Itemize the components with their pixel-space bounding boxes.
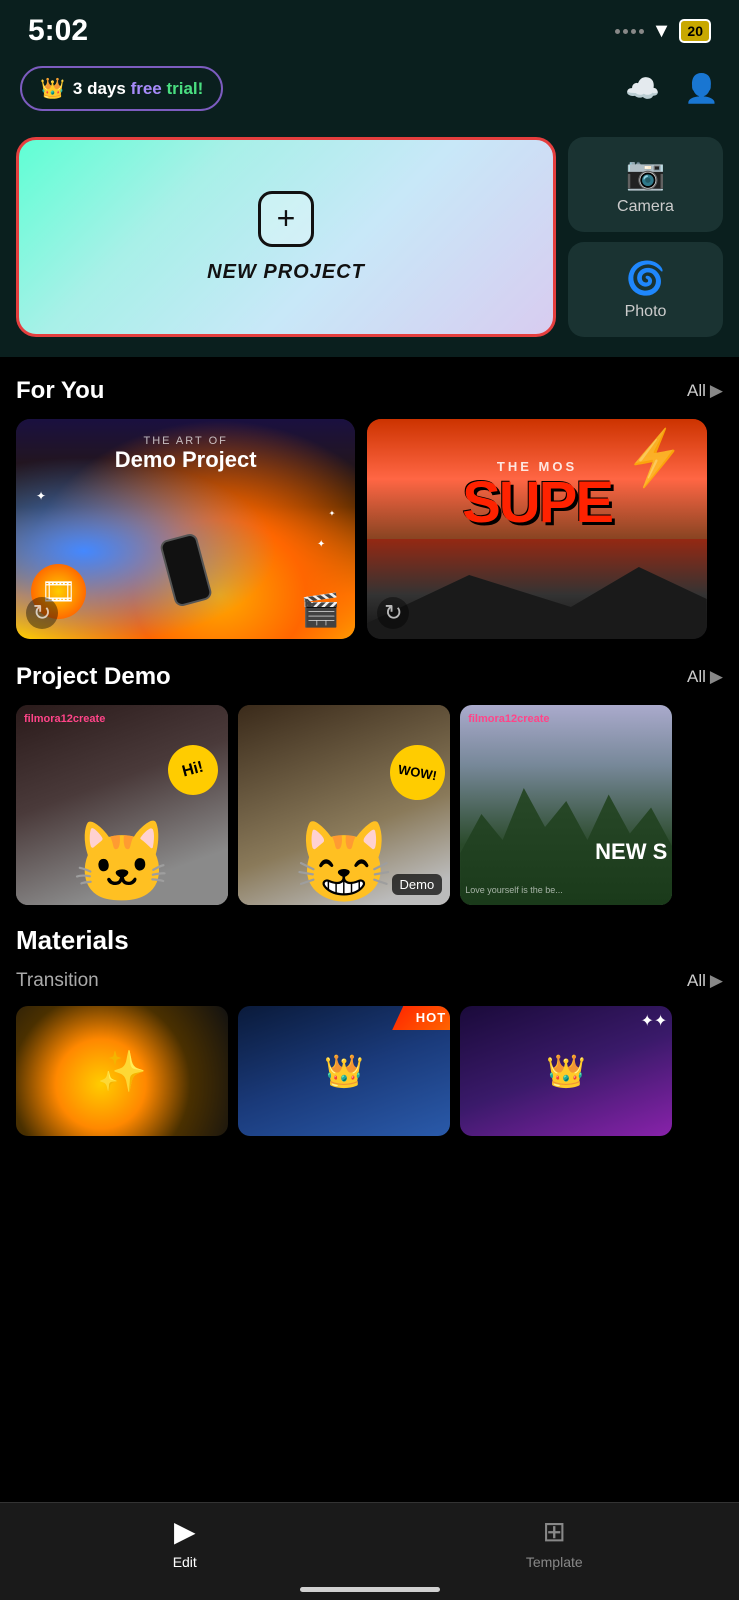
hot-badge: HOT	[392, 1006, 450, 1030]
trial-text: 3 days free trial!	[73, 79, 203, 99]
project-demo-header: Project Demo All ▶	[16, 663, 723, 691]
crown-icon: 👑	[40, 76, 65, 101]
new-sc-text: NEW S	[595, 839, 667, 865]
project-card-3-watermark: filmora12create	[468, 713, 549, 725]
for-you-card-1[interactable]: THE ART OF Demo Project 🎞 🎬 ✦ ✦ ✦ ↻	[16, 419, 355, 639]
new-project-plus-icon: +	[258, 191, 314, 247]
camera-icon: 📷	[626, 154, 666, 192]
signal-icon	[615, 29, 644, 34]
edit-tab-label: Edit	[173, 1554, 197, 1570]
photo-icon: 🌀	[626, 259, 666, 297]
transition-card-1[interactable]: ✨	[16, 1006, 228, 1136]
stars-icon: ✦✦	[640, 1011, 667, 1031]
for-you-title: For You	[16, 377, 104, 405]
chevron-right-icon-2: ▶	[710, 667, 723, 687]
status-bar: 5:02 ▼ 20	[0, 0, 739, 56]
wifi-icon: ▼	[652, 20, 672, 43]
project-demo-cards: 🐱 Hi! filmora12create 😸 WOW! Demo NEW S …	[16, 705, 723, 905]
for-you-header: For You All ▶	[16, 377, 723, 405]
project-card-2[interactable]: 😸 WOW! Demo	[238, 705, 450, 905]
photo-label: Photo	[625, 303, 667, 321]
crown-tc2-icon: 👑	[546, 1052, 586, 1090]
for-you-cards: THE ART OF Demo Project 🎞 🎬 ✦ ✦ ✦ ↻ ⚡ TH…	[16, 419, 723, 639]
project-demo-title: Project Demo	[16, 663, 171, 691]
cloud-icon[interactable]: ☁️	[625, 72, 660, 105]
tab-bar: ▶ Edit ⊞ Template	[0, 1502, 739, 1600]
new-project-label: NEW PROJECT	[207, 261, 365, 284]
profile-icon[interactable]: 👤	[684, 72, 719, 105]
transition-card-3[interactable]: 👑 ✦✦	[460, 1006, 672, 1136]
clapper-icon: 🎬	[301, 591, 341, 629]
transition-subtitle: Transition	[16, 970, 99, 992]
crown-tc-icon: 👑	[324, 1052, 364, 1090]
materials-title: Materials	[16, 925, 723, 956]
template-tab-label: Template	[526, 1554, 583, 1570]
project-card-3[interactable]: NEW S filmora12create Love yourself is t…	[460, 705, 672, 905]
card1-main-label: Demo Project	[16, 447, 355, 473]
refresh-icon-card1[interactable]: ↻	[26, 597, 58, 629]
for-you-card-2[interactable]: ⚡ THE MOS SUPE ↻	[367, 419, 706, 639]
project-card-1[interactable]: 🐱 Hi! filmora12create	[16, 705, 228, 905]
battery-indicator: 20	[679, 19, 711, 43]
materials-section: Materials Transition All ▶ ✨ 👑 HOT 👑 ✦✦	[0, 905, 739, 1136]
transition-card-2[interactable]: 👑 HOT	[238, 1006, 450, 1136]
trial-badge[interactable]: 👑 3 days free trial!	[20, 66, 223, 111]
transition-header: Transition All ▶	[16, 970, 723, 992]
love-text: Love yourself is the be...	[465, 885, 563, 895]
project-demo-section: Project Demo All ▶ 🐱 Hi! filmora12create…	[0, 639, 739, 905]
status-icons: ▼ 20	[615, 19, 711, 43]
header: 👑 3 days free trial! ☁️ 👤	[0, 56, 739, 127]
camera-button[interactable]: 📷 Camera	[568, 137, 723, 232]
camera-label: Camera	[617, 198, 674, 216]
template-tab-icon: ⊞	[543, 1515, 566, 1548]
card1-top-label: THE ART OF	[16, 435, 355, 447]
transition-cards: ✨ 👑 HOT 👑 ✦✦	[16, 1006, 723, 1136]
sparkle-icon: ✨	[97, 1048, 147, 1095]
card2-main-label: SUPE	[367, 474, 706, 532]
tab-template[interactable]: ⊞ Template	[370, 1515, 739, 1570]
edit-tab-icon: ▶	[174, 1515, 196, 1548]
transition-all-button[interactable]: All ▶	[687, 971, 723, 991]
for-you-all-button[interactable]: All ▶	[687, 381, 723, 401]
top-actions: + NEW PROJECT 📷 Camera 🌀 Photo	[16, 137, 723, 337]
cat-grey-icon: 😸	[294, 816, 394, 905]
demo-badge: Demo	[392, 874, 443, 895]
status-time: 5:02	[28, 14, 88, 48]
new-project-button[interactable]: + NEW PROJECT	[16, 137, 556, 337]
photo-button[interactable]: 🌀 Photo	[568, 242, 723, 337]
cat-white-icon: 🐱	[72, 816, 172, 905]
tab-edit[interactable]: ▶ Edit	[0, 1515, 370, 1570]
chevron-right-icon: ▶	[710, 381, 723, 401]
side-buttons: 📷 Camera 🌀 Photo	[568, 137, 723, 337]
for-you-section: For You All ▶ THE ART OF Demo Project 🎞 …	[0, 357, 739, 639]
home-indicator	[300, 1587, 440, 1592]
header-icons: ☁️ 👤	[625, 72, 719, 105]
main-content: + NEW PROJECT 📷 Camera 🌀 Photo	[0, 127, 739, 357]
chevron-right-icon-3: ▶	[710, 971, 723, 991]
project-demo-all-button[interactable]: All ▶	[687, 667, 723, 687]
project-card-1-watermark: filmora12create	[24, 713, 105, 725]
